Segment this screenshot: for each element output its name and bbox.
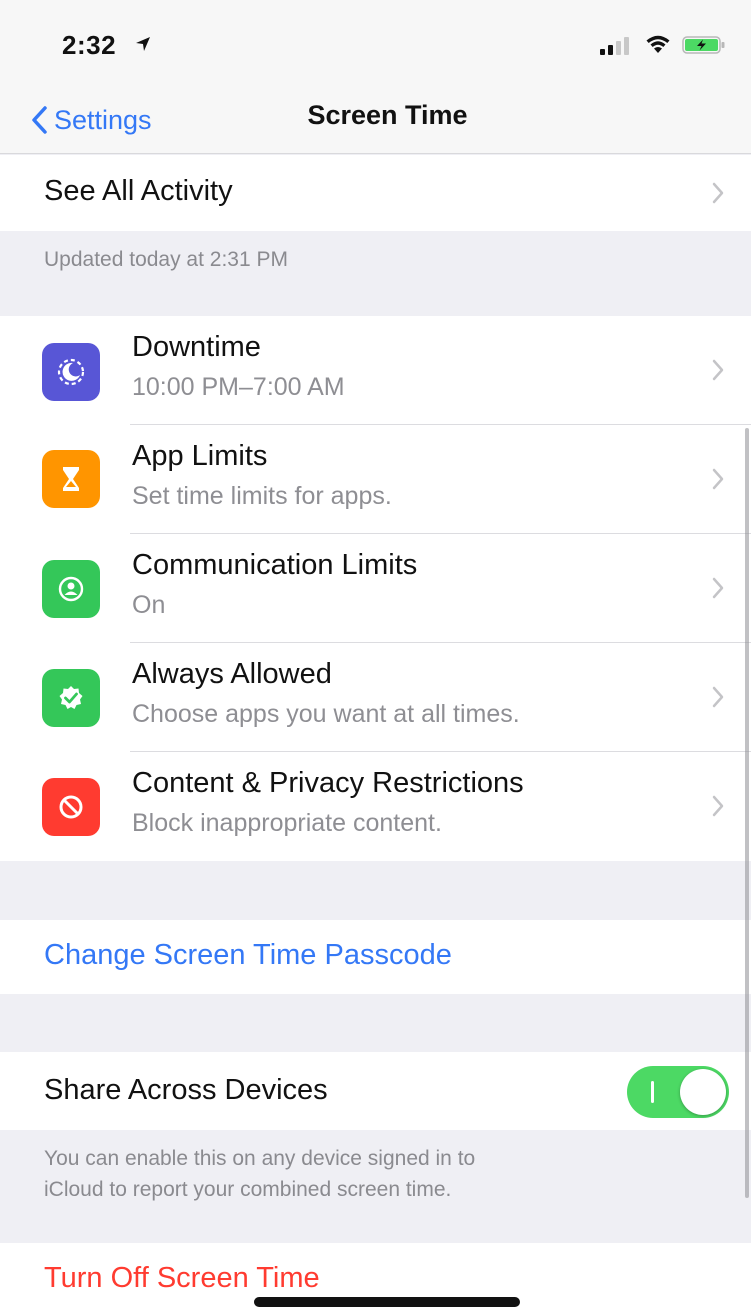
checkmark-badge-icon	[42, 669, 100, 727]
contact-icon	[42, 560, 100, 618]
downtime-subtitle: 10:00 PM–7:00 AM	[132, 373, 345, 401]
content-privacy-label: Content & Privacy Restrictions	[132, 767, 524, 799]
app-limits-label: App Limits	[132, 440, 268, 472]
wifi-icon	[646, 35, 670, 53]
list-item-app-limits[interactable]: App Limits Set time limits for apps.	[0, 425, 751, 534]
status-time: 2:32	[62, 30, 117, 60]
chevron-right-icon	[712, 359, 724, 381]
updated-note: Updated today at 2:31 PM	[44, 248, 288, 271]
share-across-devices-label: Share Across Devices	[44, 1074, 328, 1106]
list-item-always-allowed[interactable]: Always Allowed Choose apps you want at a…	[0, 643, 751, 752]
share-across-devices-row: Share Across Devices	[0, 1052, 751, 1130]
always-allowed-subtitle: Choose apps you want at all times.	[132, 700, 520, 728]
change-passcode-label: Change Screen Time Passcode	[44, 939, 452, 971]
content-privacy-subtitle: Block inappropriate content.	[132, 809, 442, 837]
list-item-content-privacy[interactable]: Content & Privacy Restrictions Block ina…	[0, 752, 751, 861]
share-note-line-2: iCloud to report your combined screen ti…	[44, 1178, 452, 1201]
communication-limits-subtitle: On	[132, 591, 166, 619]
chevron-right-icon	[712, 182, 724, 204]
app-limits-subtitle: Set time limits for apps.	[132, 482, 392, 510]
see-all-activity-row[interactable]: See All Activity	[0, 155, 751, 231]
no-entry-icon	[42, 778, 100, 836]
chevron-right-icon	[712, 468, 724, 490]
chevron-right-icon	[712, 795, 724, 817]
location-arrow-icon	[136, 37, 150, 51]
battery-charging-icon	[682, 36, 725, 54]
share-note-line-1: You can enable this on any device signed…	[44, 1147, 476, 1170]
toggle-on-mark	[651, 1081, 654, 1103]
navigation-bar: Settings Screen Time	[0, 88, 751, 154]
change-passcode-row[interactable]: Change Screen Time Passcode	[0, 920, 751, 994]
page-title: Screen Time	[307, 100, 468, 130]
see-all-activity-label: See All Activity	[44, 175, 233, 207]
turn-off-screen-time-label: Turn Off Screen Time	[44, 1262, 320, 1294]
cellular-signal-icon	[600, 37, 629, 55]
chevron-right-icon	[712, 686, 724, 708]
downtime-label: Downtime	[132, 331, 261, 363]
scrollbar	[745, 428, 749, 1198]
always-allowed-label: Always Allowed	[132, 658, 332, 690]
screen-time-screen: 2:32 Settings Screen Time See All Activi…	[0, 0, 751, 1311]
share-note: You can enable this on any device signed…	[44, 1143, 475, 1205]
status-bar: 2:32	[0, 0, 751, 88]
downtime-icon	[42, 343, 100, 401]
list-item-downtime[interactable]: Downtime 10:00 PM–7:00 AM	[0, 316, 751, 425]
communication-limits-label: Communication Limits	[132, 549, 418, 581]
features-list: Downtime 10:00 PM–7:00 AM App Limits Set…	[0, 316, 751, 861]
hourglass-icon	[42, 450, 100, 508]
share-across-devices-toggle[interactable]	[627, 1066, 729, 1118]
toggle-knob	[680, 1069, 726, 1115]
list-item-communication-limits[interactable]: Communication Limits On	[0, 534, 751, 643]
chevron-right-icon	[712, 577, 724, 599]
home-indicator	[254, 1297, 520, 1307]
